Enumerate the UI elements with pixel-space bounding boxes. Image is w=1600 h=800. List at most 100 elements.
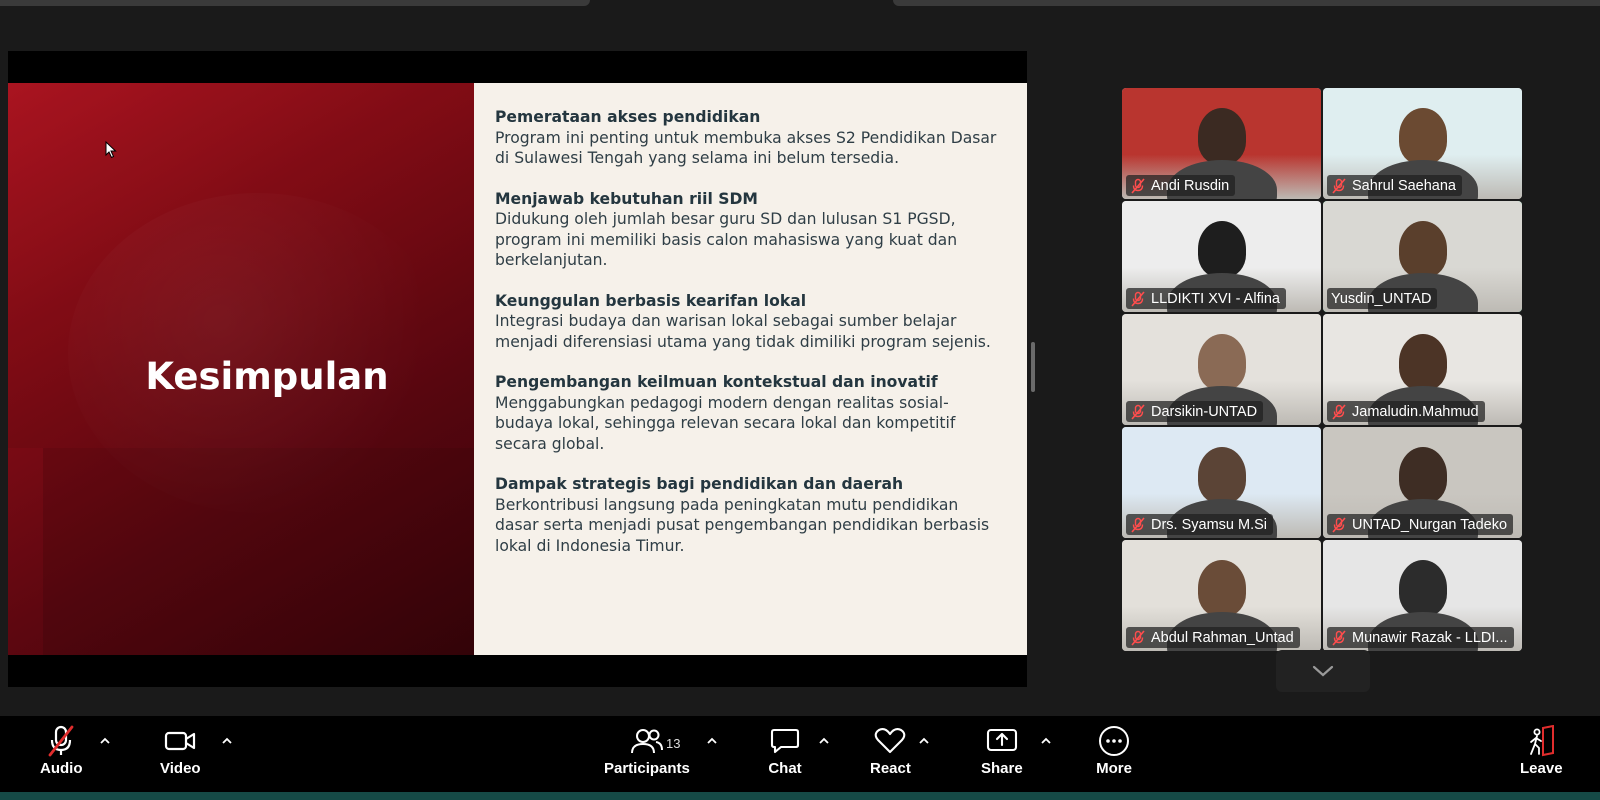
participants-count: 13: [666, 736, 681, 751]
participant-nameplate: UNTAD_Nurgan Tadeko: [1327, 514, 1514, 535]
muted-microphone-icon: [1131, 516, 1145, 533]
participant-tile[interactable]: LLDIKTI XVI - Alfina: [1122, 201, 1321, 312]
slide-point-title: Menjawab kebutuhan riil SDM: [495, 189, 758, 208]
participant-tile[interactable]: Yusdin_UNTAD: [1323, 201, 1522, 312]
participant-name: Sahrul Saehana: [1352, 177, 1456, 194]
participant-video-head: [1197, 108, 1246, 164]
chevron-down-icon: [1312, 665, 1334, 677]
meeting-toolbar: Audio Video Participants 13 Chat React S…: [0, 716, 1600, 800]
leave-button[interactable]: Leave: [1520, 724, 1563, 777]
participant-video-head: [1398, 447, 1447, 503]
video-button[interactable]: Video: [160, 724, 201, 777]
audio-label: Audio: [40, 760, 83, 777]
chat-options-caret-icon[interactable]: [817, 734, 831, 748]
more-label: More: [1096, 760, 1132, 777]
slide-title: Kesimpulan: [145, 355, 389, 398]
react-options-caret-icon[interactable]: [917, 734, 931, 748]
slide-point: Menjawab kebutuhan riil SDM Didukung oleh…: [495, 189, 997, 271]
shared-screen[interactable]: Kesimpulan Pemerataan akses pendidikan Pr…: [8, 51, 1027, 687]
slide-points-panel: Pemerataan akses pendidikan Program ini p…: [474, 83, 1027, 655]
muted-microphone-icon: [1131, 403, 1145, 420]
participant-tile[interactable]: Abdul Rahman_Untad: [1122, 540, 1321, 651]
react-button[interactable]: React: [870, 724, 911, 777]
share-label: Share: [981, 760, 1023, 777]
participant-tile[interactable]: Sahrul Saehana: [1323, 88, 1522, 199]
participant-nameplate: Jamaludin.Mahmud: [1327, 401, 1485, 422]
video-options-caret-icon[interactable]: [220, 734, 234, 748]
presentation-slide: Kesimpulan Pemerataan akses pendidikan Pr…: [8, 83, 1027, 655]
video-label: Video: [160, 760, 201, 777]
gallery-scroll-down-button[interactable]: [1276, 650, 1370, 692]
chat-button[interactable]: Chat: [767, 724, 803, 777]
participant-tile[interactable]: Darsikin-UNTAD: [1122, 314, 1321, 425]
chat-bubble-icon: [767, 724, 803, 758]
slide-point-body: Integrasi budaya dan warisan lokal sebag…: [495, 312, 991, 351]
slide-point-title: Pengembangan keilmuan kontekstual dan in…: [495, 373, 938, 391]
slide-point-body: Menggabungkan pedagogi modern dengan rea…: [495, 393, 956, 453]
participant-tile[interactable]: Munawir Razak - LLDI...: [1323, 540, 1522, 651]
participant-video-head: [1197, 560, 1246, 616]
muted-microphone-icon: [1332, 177, 1346, 194]
share-screen-icon: [984, 724, 1020, 758]
meeting-window: Kesimpulan Pemerataan akses pendidikan Pr…: [0, 0, 1600, 800]
muted-microphone-icon: [1131, 629, 1145, 646]
audio-options-caret-icon[interactable]: [98, 734, 112, 748]
muted-microphone-icon: [1131, 290, 1145, 307]
participant-name: Yusdin_UNTAD: [1331, 290, 1432, 307]
muted-microphone-icon: [1332, 629, 1346, 646]
more-button[interactable]: More: [1096, 724, 1132, 777]
top-bar-segment: [0, 0, 590, 6]
participant-tile[interactable]: Jamaludin.Mahmud: [1323, 314, 1522, 425]
participant-name: Andi Rusdin: [1151, 177, 1230, 194]
muted-microphone-icon: [1332, 516, 1346, 533]
participants-icon: [629, 724, 665, 758]
slide-point: Pengembangan keilmuan kontekstual dan in…: [495, 372, 997, 454]
participant-tile[interactable]: Andi Rusdin: [1122, 88, 1321, 199]
top-bar-segment: [893, 0, 1600, 6]
slide-point-body: Didukung oleh jumlah besar guru SD dan l…: [495, 210, 958, 269]
participant-video-head: [1398, 334, 1447, 390]
participant-name: Abdul Rahman_Untad: [1151, 629, 1294, 646]
slide-point-title: Dampak strategis bagi pendidikan dan dae…: [495, 475, 904, 493]
slide-point: Keunggulan berbasis kearifan lokal Integr…: [495, 291, 997, 353]
slide-point: Dampak strategis bagi pendidikan dan dae…: [495, 474, 997, 556]
slide-point-body: Program ini penting untuk membuka akses …: [495, 128, 997, 168]
participant-nameplate: Yusdin_UNTAD: [1327, 288, 1438, 309]
slide-point-body: Berkontribusi langsung pada peningkatan …: [495, 495, 990, 555]
mouse-cursor-icon: [105, 141, 117, 159]
participant-video-head: [1197, 334, 1246, 390]
participant-name: LLDIKTI XVI - Alfina: [1151, 290, 1280, 307]
taskbar-strip: [0, 792, 1600, 800]
participant-nameplate: Munawir Razak - LLDI...: [1327, 627, 1514, 648]
participant-nameplate: LLDIKTI XVI - Alfina: [1126, 288, 1286, 309]
participant-nameplate: Darsikin-UNTAD: [1126, 401, 1264, 422]
leave-door-icon: [1523, 724, 1559, 758]
muted-microphone-icon: [1131, 177, 1145, 194]
participant-name: Munawir Razak - LLDI...: [1352, 629, 1508, 646]
participant-tile[interactable]: Drs. Syamsu M.Si: [1122, 427, 1321, 538]
participant-name: Darsikin-UNTAD: [1151, 403, 1258, 420]
participant-video-head: [1398, 108, 1447, 164]
resize-handle[interactable]: [1031, 342, 1035, 392]
more-options-icon: [1096, 724, 1132, 758]
share-button[interactable]: Share: [981, 724, 1023, 777]
slide-point: Pemerataan akses pendidikan Program ini p…: [495, 107, 997, 169]
participant-tile[interactable]: UNTAD_Nurgan Tadeko: [1323, 427, 1522, 538]
heart-icon: [872, 724, 908, 758]
muted-microphone-icon: [1332, 403, 1346, 420]
decor-circle: [68, 193, 448, 513]
participant-video-head: [1398, 560, 1447, 616]
participant-gallery: Andi Rusdin Sahrul Saehana LLDIKTI XVI - A…: [1122, 88, 1522, 651]
video-camera-icon: [162, 724, 198, 758]
participant-nameplate: Drs. Syamsu M.Si: [1126, 514, 1274, 535]
slide-title-panel: Kesimpulan: [8, 83, 474, 655]
react-label: React: [870, 760, 911, 777]
audio-button[interactable]: Audio: [40, 724, 83, 777]
participants-label: Participants: [604, 760, 690, 777]
leave-label: Leave: [1520, 760, 1563, 777]
share-options-caret-icon[interactable]: [1039, 734, 1053, 748]
participant-video-head: [1197, 447, 1246, 503]
participants-options-caret-icon[interactable]: [705, 734, 719, 748]
participant-name: Jamaludin.Mahmud: [1352, 403, 1479, 420]
participant-name: UNTAD_Nurgan Tadeko: [1352, 516, 1508, 533]
